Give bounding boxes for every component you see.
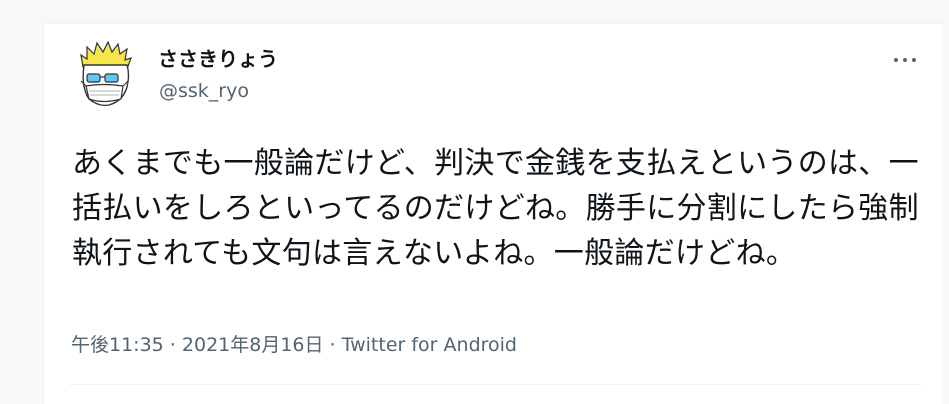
tweet-text: あくまでも一般論だけど、判決で金銭を支払えというのは、一括払いをしろといってるの… [72,146,919,271]
more-dot [894,58,898,62]
author-name[interactable]: ささきりょう [158,47,278,71]
meta-separator: · [323,334,342,356]
tweet-meta: 午後11:35 · 2021年8月16日 · Twitter for Andro… [71,334,517,356]
tweet-date[interactable]: 2021年8月16日 [182,334,324,356]
tweet-source[interactable]: Twitter for Android [342,334,517,356]
tweet-time[interactable]: 午後11:35 [71,334,164,356]
more-horizontal-icon[interactable] [892,50,918,70]
more-dot [903,58,907,62]
avatar[interactable] [75,41,135,109]
author-handle[interactable]: @ssk_ryo [159,80,249,102]
divider [69,384,922,385]
meta-separator: · [163,334,182,356]
tweet-card: ささきりょう @ssk_ryo あくまでも一般論だけど、判決で金銭を支払えという… [43,23,943,404]
avatar-illustration [80,41,132,107]
more-dot [912,58,916,62]
